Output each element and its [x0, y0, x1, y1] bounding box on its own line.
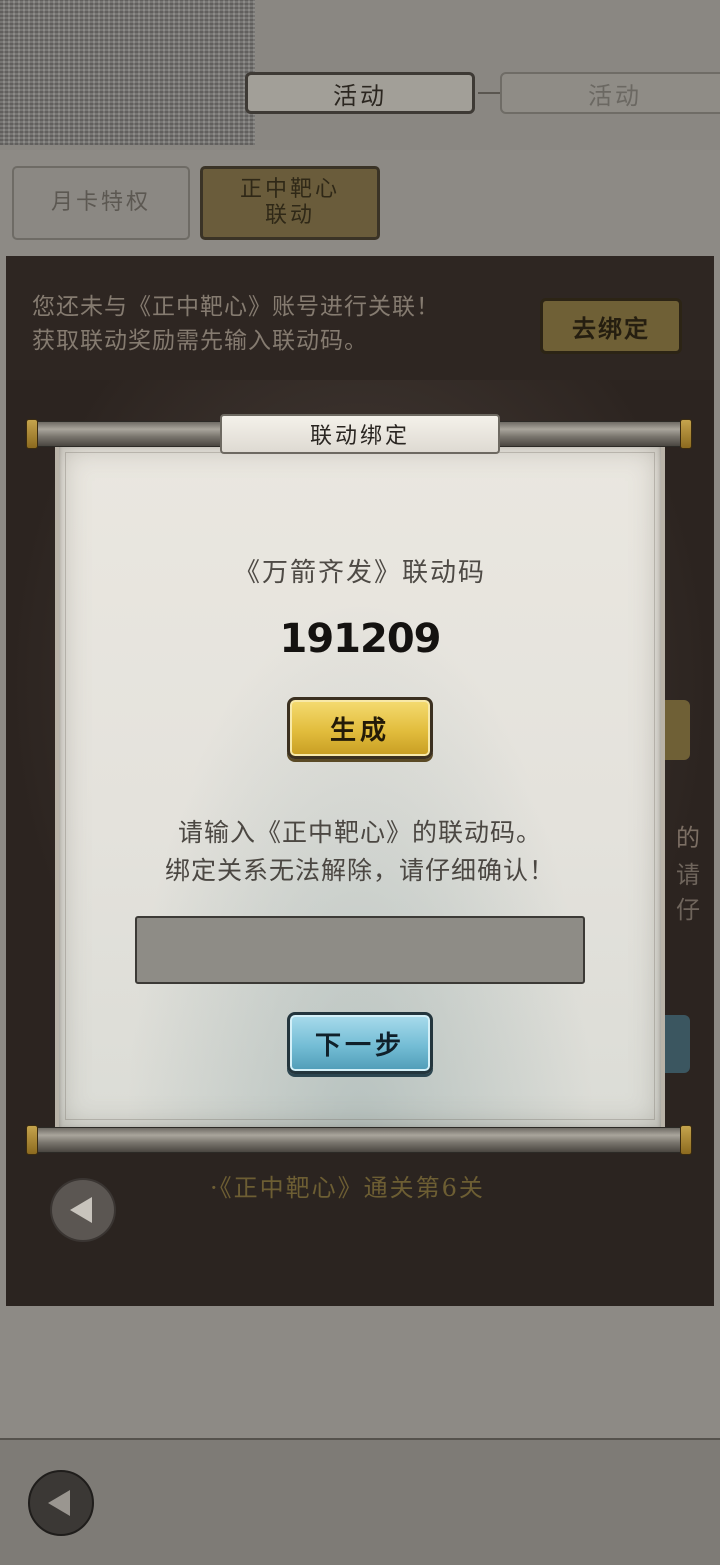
bottom-back-button[interactable] — [28, 1470, 94, 1536]
tab-activity-active[interactable]: 活动 — [245, 72, 475, 114]
subtab-monthly-privilege[interactable]: 月卡特权 — [12, 166, 190, 240]
panel-notice: 您还未与《正中靶心》账号进行关联！ 获取联动奖励需先输入联动码。 — [32, 290, 512, 358]
subtab-crossover-line1: 正中靶心 — [239, 177, 340, 202]
rod-cap — [26, 1125, 38, 1155]
go-bind-button[interactable]: 去绑定 — [540, 298, 682, 354]
modal-title: 联动绑定 — [220, 414, 500, 454]
scroll-rod-bottom — [30, 1127, 690, 1153]
back-arrow-icon — [48, 1490, 70, 1516]
instruction-line-2: 绑定关系无法解除，请仔细确认！ — [164, 856, 555, 885]
back-arrow-icon — [70, 1197, 92, 1223]
subtab-crossover-line2: 联动 — [264, 203, 315, 228]
generate-button[interactable]: 生成 — [287, 697, 433, 759]
panel-back-button[interactable] — [50, 1178, 116, 1242]
bind-instruction: 请输入《正中靶心》的联动码。 绑定关系无法解除，请仔细确认！ — [60, 814, 660, 890]
subtab-crossover[interactable]: 正中靶心 联动 — [200, 166, 380, 240]
banner-image — [0, 0, 255, 145]
instruction-line-1: 请输入《正中靶心》的联动码。 — [177, 818, 542, 847]
side-text-2: 请仔 — [676, 861, 700, 924]
rod-cap — [680, 419, 692, 449]
crossover-code-value: 191209 — [279, 616, 442, 662]
tab-activity-inactive[interactable]: 活动 — [500, 72, 720, 114]
rod-cap — [680, 1125, 692, 1155]
side-text-1: 的 — [676, 824, 700, 852]
bottom-bar — [0, 1438, 720, 1565]
reward-condition-text: ·《正中靶心》通关第6关 — [210, 1174, 485, 1202]
rod-cap — [26, 419, 38, 449]
next-step-button[interactable]: 下一步 — [287, 1012, 433, 1074]
side-button-gold[interactable] — [664, 700, 690, 760]
crossover-code-label: 《万箭齐发》联动码 — [233, 558, 486, 588]
crossover-code-input[interactable] — [135, 916, 585, 984]
notice-line-1: 您还未与《正中靶心》账号进行关联！ — [32, 294, 440, 320]
notice-line-2: 获取联动奖励需先输入联动码。 — [32, 328, 368, 354]
side-button-blue[interactable] — [664, 1015, 690, 1073]
